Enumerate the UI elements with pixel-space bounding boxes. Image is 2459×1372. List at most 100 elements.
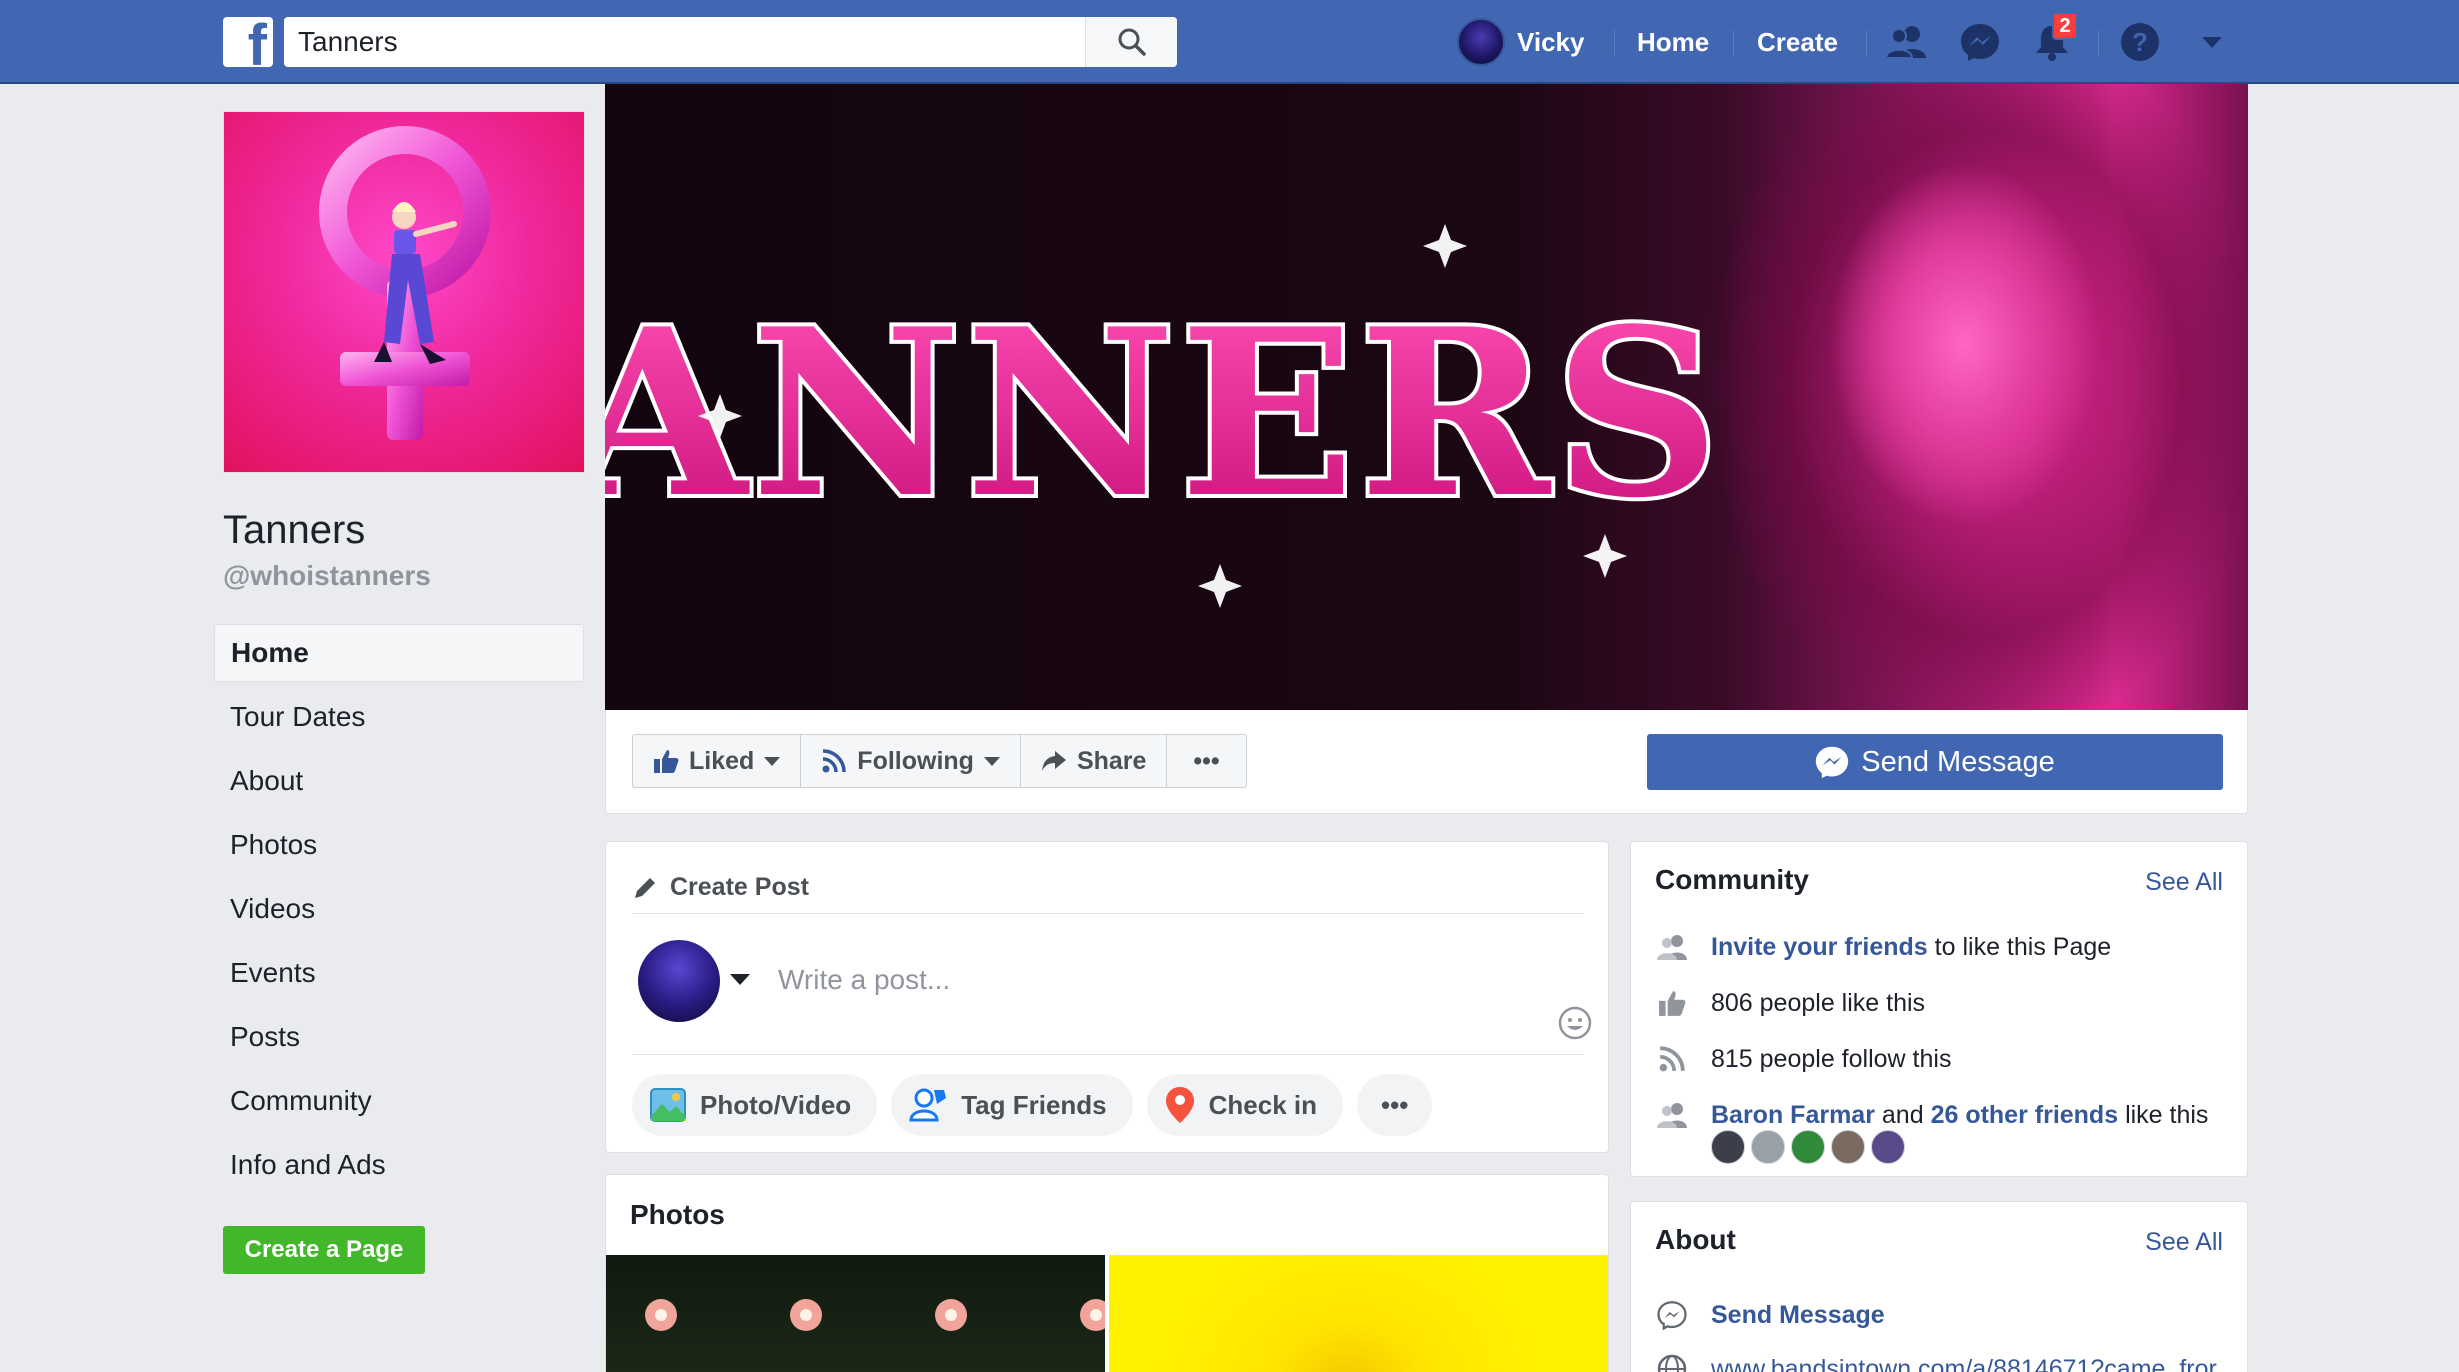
chevron-down-icon bbox=[983, 756, 1000, 766]
friends-like-text: like this bbox=[2118, 1100, 2209, 1129]
sidebar-item-home[interactable]: Home bbox=[214, 624, 584, 682]
messenger-icon bbox=[1816, 746, 1849, 779]
nav-separator bbox=[1733, 30, 1734, 56]
avatar bbox=[1457, 18, 1505, 66]
tag-friends-label: Tag Friends bbox=[961, 1089, 1107, 1120]
about-card: About See All Send Message www.bandsinto… bbox=[1630, 1201, 2248, 1372]
check-in-button[interactable]: Check in bbox=[1146, 1074, 1344, 1136]
location-pin-icon bbox=[1165, 1087, 1194, 1123]
svg-text:?: ? bbox=[2132, 27, 2148, 57]
page-action-buttons: Liked Following Share ••• bbox=[632, 734, 1247, 788]
help-icon[interactable]: ? bbox=[2118, 20, 2162, 64]
create-post-header[interactable]: Create Post bbox=[632, 862, 1584, 914]
sidebar-item-posts[interactable]: Posts bbox=[214, 1008, 584, 1066]
nav-home-link[interactable]: Home bbox=[1637, 17, 1709, 67]
avatar[interactable] bbox=[1711, 1130, 1745, 1164]
chevron-down-icon[interactable] bbox=[730, 974, 750, 985]
share-button[interactable]: Share bbox=[1019, 734, 1168, 788]
community-see-all-link[interactable]: See All bbox=[2145, 868, 2223, 897]
sidebar-item-events[interactable]: Events bbox=[214, 944, 584, 1002]
sidebar-item-videos[interactable]: Videos bbox=[214, 880, 584, 938]
avatar[interactable] bbox=[1791, 1130, 1825, 1164]
page-profile-picture[interactable] bbox=[223, 111, 585, 473]
avatar[interactable] bbox=[1831, 1130, 1865, 1164]
avatar[interactable] bbox=[1871, 1130, 1905, 1164]
avatar[interactable] bbox=[1751, 1130, 1785, 1164]
notifications-badge: 2 bbox=[2052, 12, 2078, 40]
facebook-logo-icon[interactable]: f bbox=[223, 17, 273, 67]
globe-icon bbox=[1655, 1352, 1689, 1372]
photo-video-button[interactable]: Photo/Video bbox=[632, 1074, 878, 1136]
nav-create-link[interactable]: Create bbox=[1757, 17, 1838, 67]
cover-title-text: TANNERS bbox=[605, 279, 1724, 549]
share-label: Share bbox=[1076, 746, 1147, 775]
sidebar-item-photos[interactable]: Photos bbox=[214, 816, 584, 874]
write-post-input[interactable] bbox=[778, 958, 1478, 1002]
cover-photo[interactable]: TANNERS bbox=[605, 84, 2248, 710]
avatar[interactable] bbox=[638, 940, 720, 1022]
top-navigation-bar: f Vicky Home Create bbox=[0, 0, 2459, 84]
about-send-message-row: Send Message bbox=[1655, 1298, 1885, 1332]
sidebar-item-community[interactable]: Community bbox=[214, 1072, 584, 1130]
friends-and-text: and bbox=[1874, 1100, 1931, 1129]
follows-count-text: 815 people follow this bbox=[1711, 1044, 1952, 1073]
about-website-link[interactable]: www.bandsintown.com/a/8814671?came_fror bbox=[1711, 1355, 2217, 1372]
friends-icon bbox=[1655, 930, 1689, 964]
check-in-label: Check in bbox=[1208, 1089, 1318, 1120]
liked-button[interactable]: Liked bbox=[632, 734, 802, 788]
nav-separator bbox=[2098, 30, 2099, 56]
likes-count-row: 806 people like this bbox=[1655, 986, 1925, 1020]
tag-friends-button[interactable]: Tag Friends bbox=[891, 1074, 1133, 1136]
friend-name-link[interactable]: Baron Farmar bbox=[1711, 1101, 1875, 1130]
rss-follow-icon bbox=[1655, 1042, 1689, 1076]
photo-thumbnail[interactable] bbox=[606, 1255, 1112, 1372]
cover-logo-text: TANNERS bbox=[605, 224, 1724, 608]
about-website-row: www.bandsintown.com/a/8814671?came_fror bbox=[1655, 1352, 2217, 1372]
about-see-all-link[interactable]: See All bbox=[2145, 1228, 2223, 1257]
liked-label: Liked bbox=[689, 746, 755, 775]
invite-friends-row: Invite your friends to like this Page bbox=[1655, 930, 2111, 964]
chevron-down-icon bbox=[764, 756, 781, 766]
send-message-button[interactable]: Send Message bbox=[1647, 734, 2223, 790]
page-username[interactable]: @whoistanners bbox=[223, 560, 431, 592]
nav-profile-link[interactable]: Vicky bbox=[1457, 17, 1584, 67]
photo-thumbnail[interactable] bbox=[1109, 1255, 1608, 1372]
search-button[interactable] bbox=[1085, 17, 1177, 67]
invite-friends-link[interactable]: Invite your friends bbox=[1711, 933, 1928, 962]
emoji-icon[interactable] bbox=[1558, 1006, 1592, 1045]
pencil-icon bbox=[635, 877, 655, 898]
community-title[interactable]: Community bbox=[1655, 864, 1809, 896]
community-card: Community See All Invite your friends to… bbox=[1630, 841, 2248, 1177]
sidebar-item-about[interactable]: About bbox=[214, 752, 584, 810]
more-options-button[interactable]: ••• bbox=[1166, 734, 1247, 788]
page-side-navigation: Home Tour Dates About Photos Videos Even… bbox=[214, 624, 584, 1200]
create-post-card: Create Post Photo/Video Tag F bbox=[605, 841, 1609, 1153]
following-label: Following bbox=[857, 746, 974, 775]
rss-follow-icon bbox=[822, 749, 847, 773]
photo-icon bbox=[650, 1088, 686, 1122]
more-post-options-button[interactable]: ••• bbox=[1357, 1074, 1433, 1136]
about-title[interactable]: About bbox=[1655, 1224, 1736, 1256]
create-a-page-button[interactable]: Create a Page bbox=[223, 1226, 425, 1274]
thumbs-up-icon bbox=[654, 750, 679, 773]
send-message-label: Send Message bbox=[1861, 745, 2055, 778]
account-menu-chevron-down-icon[interactable] bbox=[2190, 20, 2234, 64]
other-friends-link[interactable]: 26 other friends bbox=[1931, 1101, 2119, 1130]
friends-like-row: Baron Farmar and 26 other friends like t… bbox=[1655, 1098, 2208, 1132]
tag-friends-icon bbox=[909, 1088, 947, 1122]
friends-icon bbox=[1655, 1098, 1689, 1132]
create-post-actions: Photo/Video Tag Friends Check in ••• bbox=[632, 1074, 1446, 1136]
search-input[interactable] bbox=[284, 17, 1084, 67]
nav-separator bbox=[1614, 30, 1615, 56]
photos-title[interactable]: Photos bbox=[630, 1199, 725, 1231]
sidebar-item-info-and-ads[interactable]: Info and Ads bbox=[214, 1136, 584, 1194]
page-title: Tanners bbox=[223, 508, 366, 552]
about-send-message-link[interactable]: Send Message bbox=[1711, 1301, 1885, 1330]
friend-requests-icon[interactable] bbox=[1884, 20, 1928, 64]
nav-separator bbox=[1866, 30, 1867, 56]
messenger-icon[interactable] bbox=[1958, 20, 2002, 64]
divider bbox=[632, 1054, 1584, 1055]
sidebar-item-tour-dates[interactable]: Tour Dates bbox=[214, 688, 584, 746]
following-button[interactable]: Following bbox=[800, 734, 1021, 788]
photo-video-label: Photo/Video bbox=[700, 1089, 852, 1120]
